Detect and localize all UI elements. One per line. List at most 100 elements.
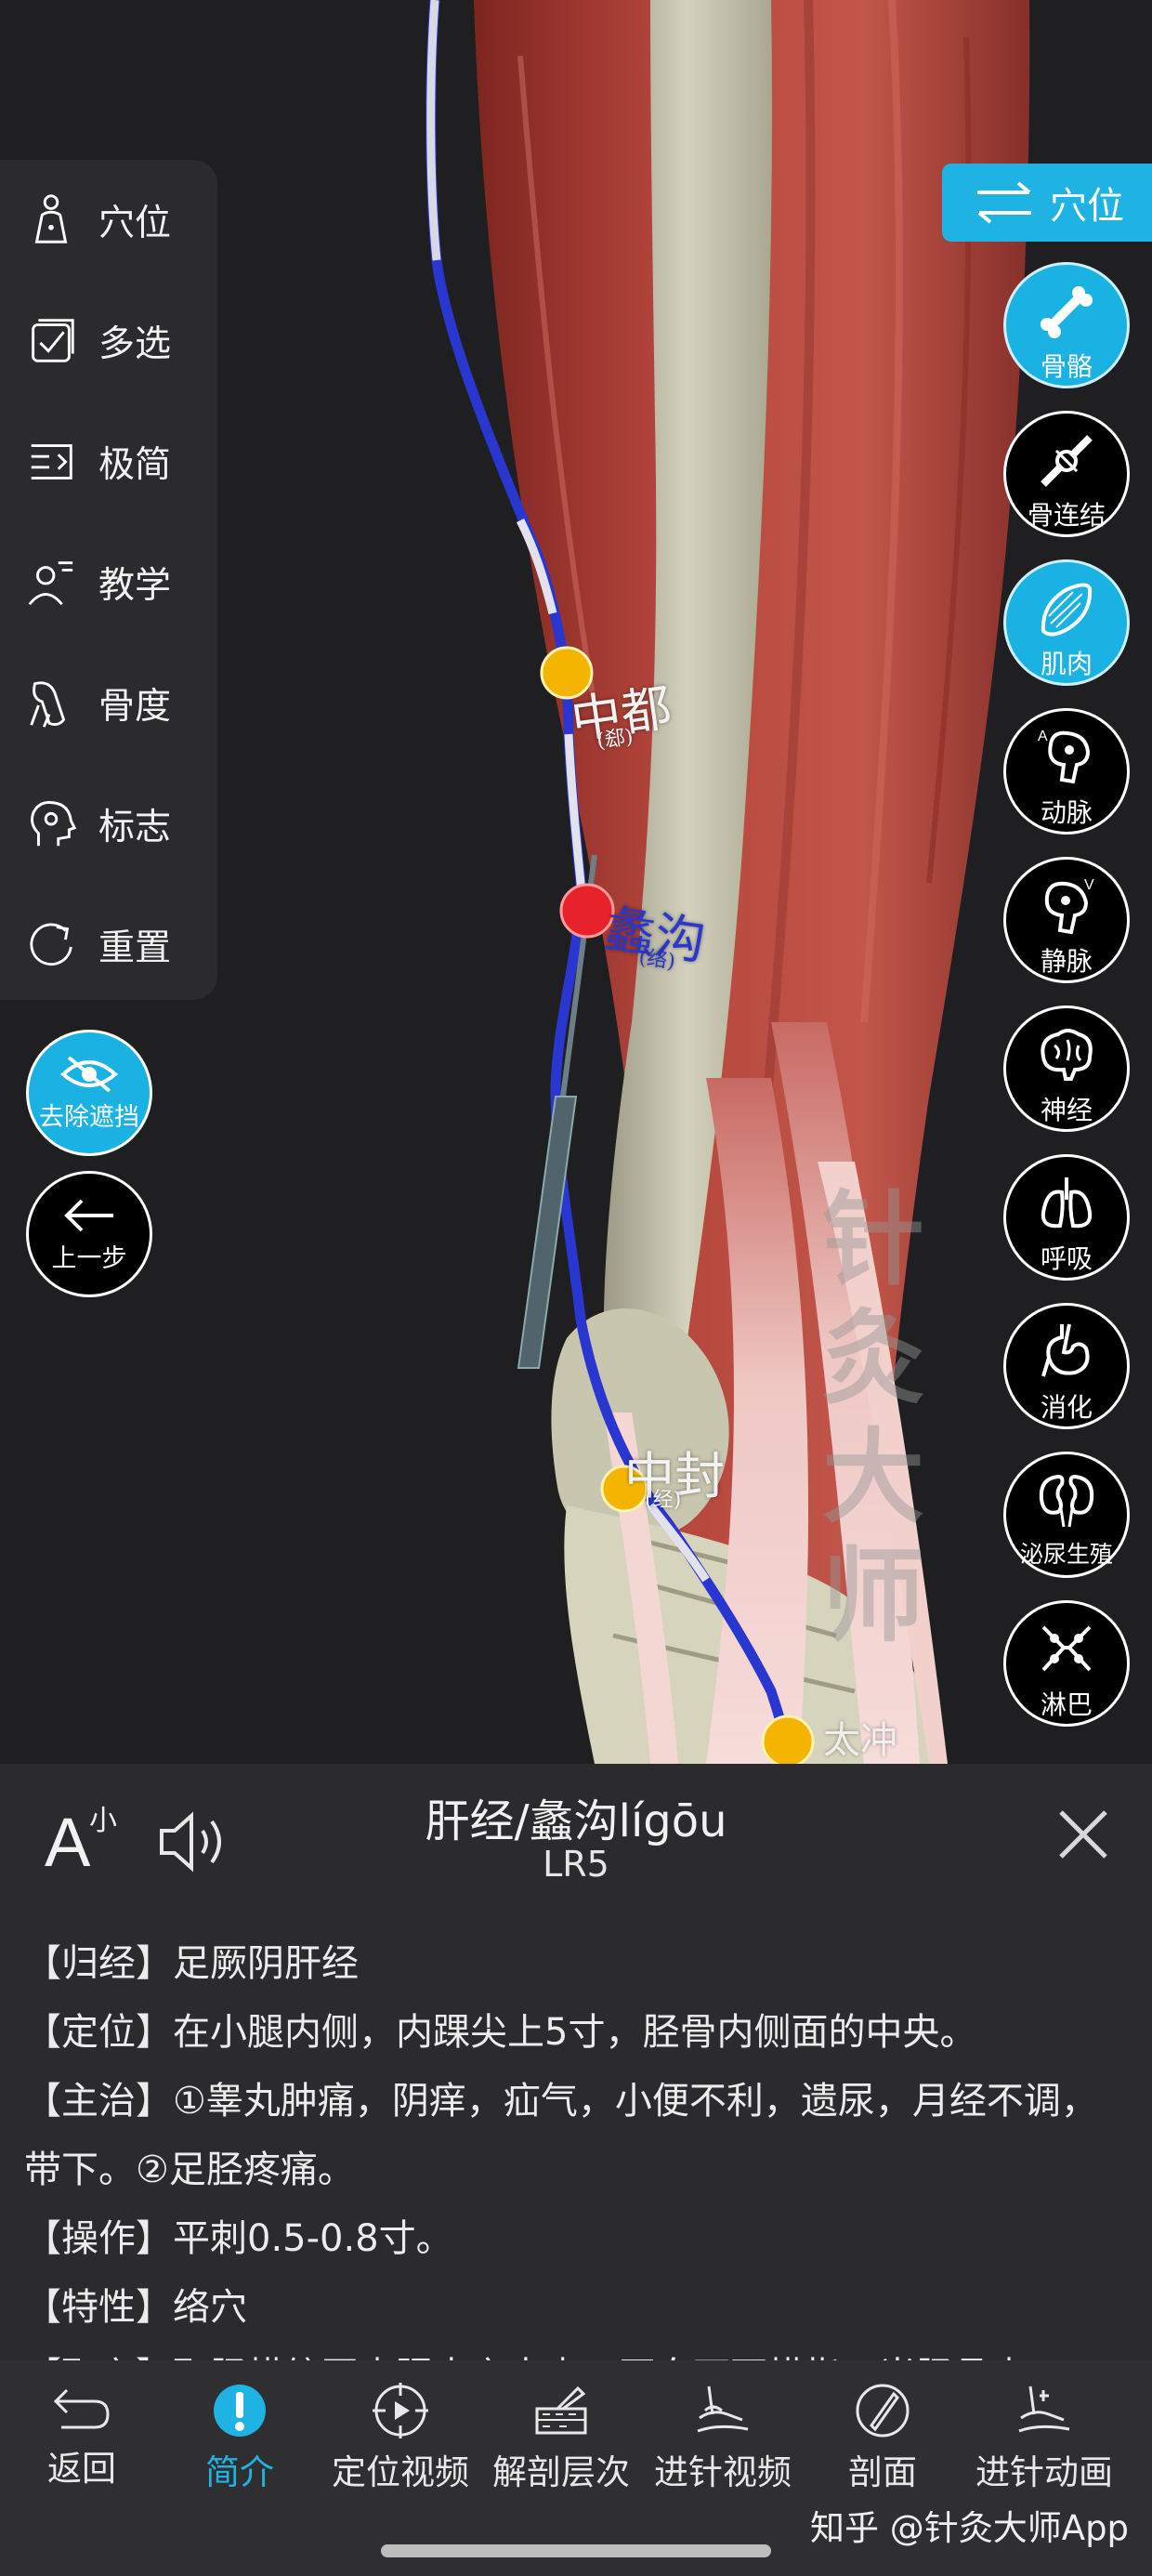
point-label-zhongdu[interactable]: 中都 (郄): [566, 666, 675, 754]
app-watermark: 针灸大师: [822, 1179, 924, 1656]
info-icon: [214, 2385, 266, 2437]
lungs-icon: [1041, 1177, 1093, 1229]
point-label-ligou[interactable]: 蠡沟 (络): [601, 887, 711, 974]
home-indicator[interactable]: [381, 2544, 771, 2557]
operation-text: 【操作】平刺0.5-0.8寸。: [24, 2217, 453, 2260]
system-label: 神经: [1040, 1095, 1093, 1125]
menu-bone-measure[interactable]: 骨度: [0, 643, 217, 764]
brain-icon: [1041, 1029, 1093, 1081]
locating-method-text: 【取穴】取胫横纹至内踝尖之中点，再向下两横指，当胫骨内: [24, 2342, 1120, 2360]
point-type: (郄): [595, 725, 635, 754]
acupoint-info-panel: A 小 肝经/蠡沟lígōu LR5 【归经】足厥阴肝经 【定位】在小腿内侧，内…: [0, 1764, 1152, 2360]
section-icon: [856, 2384, 910, 2438]
menu-multi-select[interactable]: 多选: [0, 281, 217, 401]
return-icon: [53, 2388, 110, 2429]
bottom-nav: 返回 简介 定位视频 解剖层次 进针视频 剖面 进针动画 知乎 @针灸大师App: [0, 2360, 1152, 2576]
point-title: 肝经/蠡沟lígōu: [425, 1795, 727, 1847]
system-label: 动脉: [1040, 797, 1093, 828]
nav-needle-video[interactable]: 进针视频: [641, 2360, 805, 2500]
remove-occlusion-label: 去除遮挡: [39, 1102, 139, 1132]
eye-off-icon: [59, 1055, 119, 1093]
nav-location-video[interactable]: 定位视频: [319, 2360, 482, 2500]
person-icon: [34, 194, 68, 243]
system-vein-button[interactable]: V 静脉: [1003, 857, 1130, 983]
muscle-icon: [1041, 583, 1093, 637]
minimal-icon: [31, 444, 72, 480]
system-label: 肌肉: [1040, 649, 1093, 679]
point-label-zhongfeng[interactable]: 中封 (经): [624, 1435, 725, 1512]
menu-label: 重置: [98, 927, 172, 969]
menu-minimal[interactable]: 极简: [0, 401, 217, 522]
menu-label: 教学: [98, 565, 172, 607]
property-text: 【特性】络穴: [24, 2286, 247, 2329]
system-lymph-button[interactable]: 淋巴: [1003, 1600, 1130, 1727]
close-icon[interactable]: [1054, 1805, 1113, 1864]
back-step-button[interactable]: 上一步: [26, 1171, 152, 1297]
nav-intro[interactable]: 简介: [158, 2360, 321, 2500]
checkbox-icon: [32, 319, 74, 362]
svg-text:V: V: [1084, 877, 1094, 893]
left-menu: 穴位 多选 极简 教学 骨度 标志 重置: [0, 160, 217, 1000]
meridian-text: 【归经】足厥阴肝经: [24, 1942, 359, 1985]
reset-icon: [30, 923, 72, 966]
menu-label: 极简: [98, 444, 172, 486]
remove-occlusion-button[interactable]: 去除遮挡: [26, 1030, 152, 1156]
menu-reset[interactable]: 重置: [0, 885, 217, 1005]
nav-return[interactable]: 返回: [0, 2360, 164, 2500]
system-label: 泌尿生殖: [1019, 1541, 1113, 1568]
nav-label: 进针动画: [975, 2452, 1113, 2492]
system-bone-button[interactable]: 骨骼: [1003, 262, 1130, 388]
nav-needle-animation[interactable]: 进针动画: [962, 2360, 1126, 2500]
point-description: 【归经】足厥阴肝经 【定位】在小腿内侧，内踝尖上5寸，胫骨内侧面的中央。 【主治…: [24, 1929, 1120, 2360]
location-text: 【定位】在小腿内侧，内踝尖上5寸，胫骨内侧面的中央。: [24, 2011, 977, 2054]
menu-landmark[interactable]: 标志: [0, 764, 217, 885]
artery-icon: A: [1038, 729, 1091, 784]
system-urogenital-button[interactable]: 泌尿生殖: [1003, 1452, 1130, 1578]
vein-icon: V: [1044, 877, 1094, 935]
kidney-icon: [1039, 1474, 1094, 1528]
nav-label: 简介: [205, 2452, 274, 2492]
system-label: 呼吸: [1040, 1243, 1093, 1274]
nav-label: 定位视频: [332, 2452, 469, 2492]
system-respiratory-button[interactable]: 呼吸: [1003, 1154, 1130, 1281]
system-label: 消化: [1040, 1392, 1093, 1423]
acupoint-toggle-button[interactable]: 穴位: [942, 164, 1152, 242]
nav-anatomy-layers[interactable]: 解剖层次: [479, 2360, 643, 2500]
point-name: 太冲: [823, 1719, 897, 1762]
menu-label: 骨度: [98, 686, 172, 728]
system-label: 骨连结: [1027, 500, 1106, 531]
point-type: (络): [637, 945, 677, 975]
system-digestive-button[interactable]: 消化: [1003, 1303, 1130, 1429]
menu-teaching[interactable]: 教学: [0, 522, 217, 643]
system-nerve-button[interactable]: 神经: [1003, 1005, 1130, 1132]
needle-video-icon: [697, 2385, 749, 2433]
menu-acupoint[interactable]: 穴位: [0, 160, 217, 281]
nav-label: 进针视频: [654, 2452, 792, 2492]
system-joint-button[interactable]: 骨连结: [1003, 411, 1130, 537]
lymph-icon: [1041, 1625, 1092, 1672]
nav-section[interactable]: 剖面: [801, 2360, 964, 2500]
location-video-icon: [373, 2383, 428, 2438]
needle-animation-icon: [1018, 2385, 1070, 2433]
point-label-taichong[interactable]: 太冲: [823, 1710, 897, 1764]
system-artery-button[interactable]: A 动脉: [1003, 708, 1130, 835]
joint-icon: [1041, 435, 1093, 487]
system-muscle-button[interactable]: 肌肉: [1003, 559, 1130, 686]
toggle-label: 穴位: [1050, 185, 1124, 228]
arrow-left-icon: [64, 1199, 113, 1231]
menu-label: 穴位: [98, 203, 172, 244]
point-code: LR5: [543, 1844, 609, 1885]
menu-label: 多选: [98, 323, 172, 365]
bone-icon: [1041, 286, 1093, 338]
teacher-icon: [28, 561, 73, 606]
anatomy-layers-icon: [535, 2385, 587, 2435]
back-step-label: 上一步: [51, 1243, 127, 1273]
system-label: 淋巴: [1040, 1689, 1093, 1720]
bone-measure-icon: [30, 681, 66, 728]
nav-label: 返回: [47, 2449, 116, 2489]
svg-text:A: A: [1038, 729, 1048, 744]
menu-label: 标志: [98, 807, 172, 848]
head-marker-icon: [31, 801, 77, 847]
indications-text: 【主治】①睾丸肿痛，阴痒，疝气，小便不利，遗尿，月经不调，带下。②足胫疼痛。: [24, 2080, 1098, 2191]
zhihu-watermark: 知乎 @针灸大师App: [810, 2508, 1130, 2548]
